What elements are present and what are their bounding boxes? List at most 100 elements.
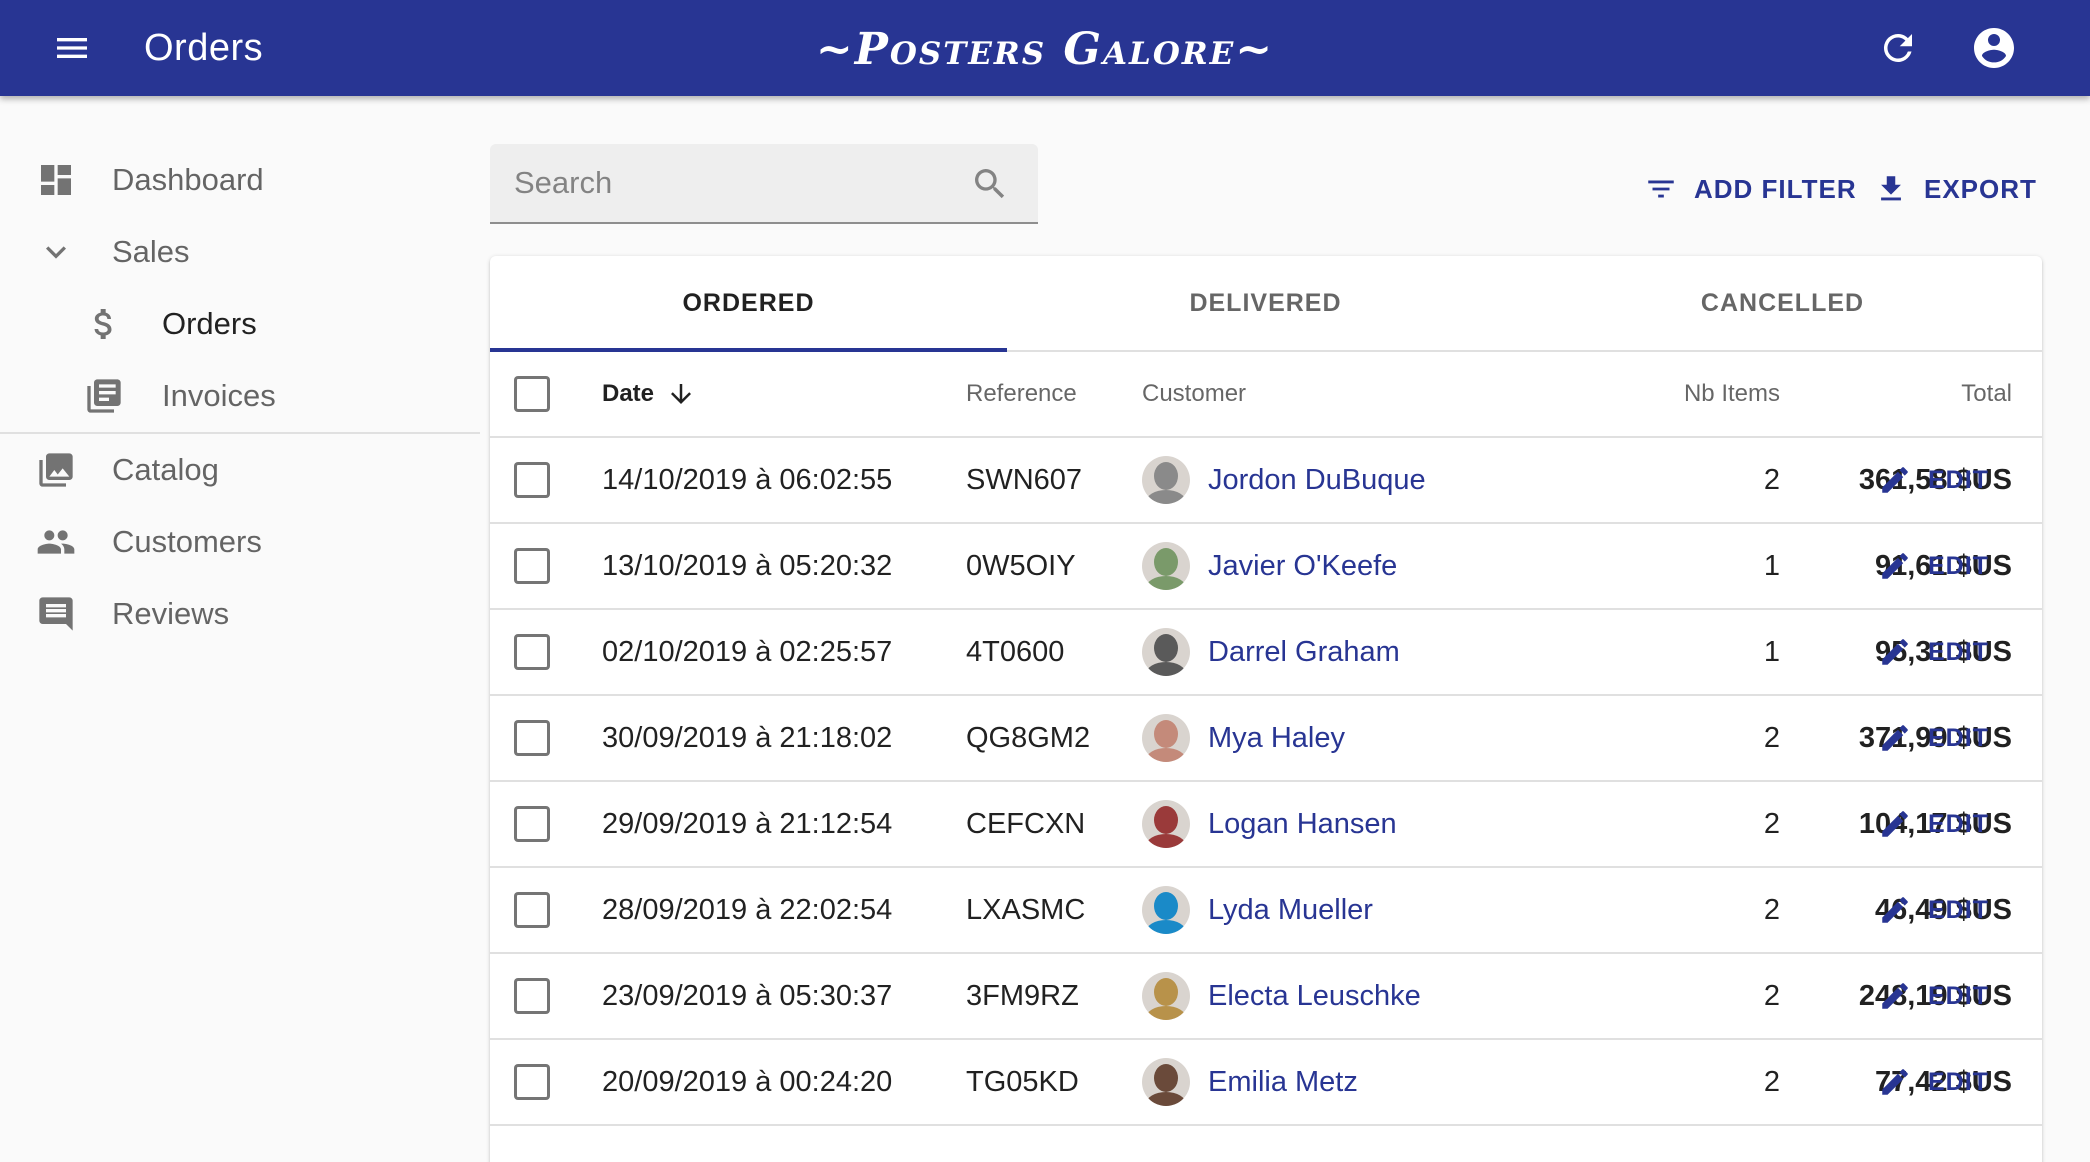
order-reference: 4T0600 — [966, 635, 1065, 668]
customers-icon — [36, 522, 76, 562]
row-checkbox[interactable] — [514, 806, 550, 842]
avatar — [1142, 886, 1190, 934]
row-checkbox[interactable] — [514, 720, 550, 756]
edit-button[interactable]: EDIT — [1878, 1065, 1989, 1099]
refresh-button[interactable] — [1870, 20, 1926, 76]
export-label: EXPORT — [1924, 173, 2037, 204]
filter-icon — [1648, 180, 1674, 198]
edit-label: EDIT — [1928, 551, 1989, 580]
column-header-reference[interactable]: Reference — [966, 352, 1077, 436]
edit-button[interactable]: EDIT — [1878, 549, 1989, 583]
edit-button[interactable]: EDIT — [1878, 979, 1989, 1013]
edit-cell: EDIT — [1878, 438, 2038, 522]
column-header-label: Date — [602, 380, 655, 407]
row-checkbox[interactable] — [514, 548, 550, 584]
sidebar-item-customers[interactable]: Customers — [0, 506, 480, 578]
sidebar-item-label: Orders — [162, 306, 257, 341]
sidebar-item-label: Catalog — [112, 452, 219, 487]
search-box — [490, 144, 1038, 224]
customer-link[interactable]: Electa Leuschke — [1208, 980, 1421, 1013]
export-button[interactable]: EXPORT — [1874, 164, 2037, 214]
order-date: 30/09/2019 à 21:18:02 — [602, 721, 893, 754]
edit-label: EDIT — [1928, 809, 1989, 838]
row-checkbox[interactable] — [514, 462, 550, 498]
row-checkbox[interactable] — [514, 634, 550, 670]
sidebar-item-reviews[interactable]: Reviews — [0, 578, 480, 650]
avatar-face — [1154, 634, 1178, 662]
search-input[interactable] — [514, 144, 954, 222]
table-row[interactable]: 02/10/2019 à 02:25:57 4T0600 Darrel Grah… — [490, 610, 2042, 696]
row-select-cell — [514, 438, 562, 522]
edit-button[interactable]: EDIT — [1878, 635, 1989, 669]
avatar — [1142, 1058, 1190, 1106]
edit-cell: EDIT — [1878, 696, 2038, 780]
refresh-icon — [1883, 33, 1912, 62]
row-checkbox[interactable] — [514, 892, 550, 928]
account-button[interactable] — [1966, 20, 2022, 76]
column-header-customer[interactable]: Customer — [1142, 352, 1246, 436]
add-filter-label: ADD FILTER — [1694, 173, 1857, 204]
row-select-cell — [514, 696, 562, 780]
customer-link[interactable]: Jordon DuBuque — [1208, 464, 1426, 497]
table-row[interactable]: 23/09/2019 à 05:30:37 3FM9RZ Electa Leus… — [490, 954, 2042, 1040]
order-reference: TG05KD — [966, 1065, 1079, 1098]
avatar — [1142, 800, 1190, 848]
customer-link[interactable]: Darrel Graham — [1208, 636, 1400, 669]
edit-label: EDIT — [1928, 981, 1989, 1010]
tab-delivered[interactable]: DELIVERED — [1007, 256, 1524, 350]
sidebar-item-sales[interactable]: Sales — [0, 216, 480, 288]
table-row[interactable]: 20/09/2019 à 00:24:20 TG05KD Emilia Metz… — [490, 1040, 2042, 1126]
sidebar-item-label: Invoices — [162, 378, 276, 413]
table-row[interactable]: 29/09/2019 à 21:12:54 CEFCXN Logan Hanse… — [490, 782, 2042, 868]
table-row[interactable]: 13/10/2019 à 05:20:32 0W5OIY Javier O'Ke… — [490, 524, 2042, 610]
sidebar-item-dashboard[interactable]: Dashboard — [0, 144, 480, 216]
row-select-cell — [514, 954, 562, 1038]
avatar-shoulders — [1146, 834, 1186, 848]
sidebar-item-catalog[interactable]: Catalog — [0, 434, 480, 506]
table-row[interactable]: 14/10/2019 à 06:02:55 SWN607 Jordon DuBu… — [490, 438, 2042, 524]
row-checkbox[interactable] — [514, 1064, 550, 1100]
customer-link[interactable]: Mya Haley — [1208, 722, 1345, 755]
select-all-cell — [514, 352, 562, 436]
select-all-checkbox[interactable] — [514, 376, 550, 412]
pencil-icon — [1882, 983, 1908, 1009]
order-date: 20/09/2019 à 00:24:20 — [602, 1065, 893, 1098]
edit-button[interactable]: EDIT — [1878, 893, 1989, 927]
table-row[interactable]: 30/09/2019 à 21:18:02 QG8GM2 Mya Haley 2… — [490, 696, 2042, 782]
sidebar-item-orders[interactable]: Orders — [0, 288, 480, 360]
customer-link[interactable]: Lyda Mueller — [1208, 894, 1373, 927]
pencil-icon — [1882, 897, 1908, 923]
avatar-face — [1154, 892, 1178, 920]
sidebar-item-invoices[interactable]: Invoices — [0, 360, 480, 432]
customer-link[interactable]: Javier O'Keefe — [1208, 550, 1397, 583]
chevron-down-icon — [36, 232, 76, 272]
order-date: 29/09/2019 à 21:12:54 — [602, 807, 893, 840]
tab-cancelled[interactable]: CANCELLED — [1524, 256, 2041, 350]
order-reference: SWN607 — [966, 463, 1083, 496]
avatar-shoulders — [1146, 662, 1186, 676]
column-header-total[interactable]: Total — [1690, 352, 2012, 436]
pencil-icon — [1882, 725, 1908, 751]
order-date: 23/09/2019 à 05:30:37 — [602, 979, 893, 1012]
edit-button[interactable]: EDIT — [1878, 721, 1989, 755]
search-icon[interactable] — [970, 164, 1010, 204]
tab-ordered[interactable]: ORDERED — [490, 256, 1007, 350]
column-header-date[interactable]: Date — [602, 352, 696, 436]
row-select-cell — [514, 524, 562, 608]
order-customer: Jordon DuBuque — [1142, 438, 1426, 522]
order-customer: Mya Haley — [1142, 696, 1345, 780]
customer-link[interactable]: Logan Hansen — [1208, 808, 1397, 841]
pencil-icon — [1882, 639, 1908, 665]
add-filter-button[interactable]: ADD FILTER — [1644, 164, 1857, 214]
order-customer: Emilia Metz — [1142, 1040, 1358, 1124]
avatar-shoulders — [1146, 1006, 1186, 1020]
menu-button[interactable] — [36, 20, 108, 76]
page-title: Orders — [144, 27, 264, 69]
row-checkbox[interactable] — [514, 978, 550, 1014]
sidebar-item-label: Dashboard — [112, 162, 264, 197]
table-row[interactable]: 28/09/2019 à 22:02:54 LXASMC Lyda Muelle… — [490, 868, 2042, 954]
edit-button[interactable]: EDIT — [1878, 463, 1989, 497]
avatar-face — [1154, 720, 1178, 748]
edit-button[interactable]: EDIT — [1878, 807, 1989, 841]
customer-link[interactable]: Emilia Metz — [1208, 1066, 1358, 1099]
